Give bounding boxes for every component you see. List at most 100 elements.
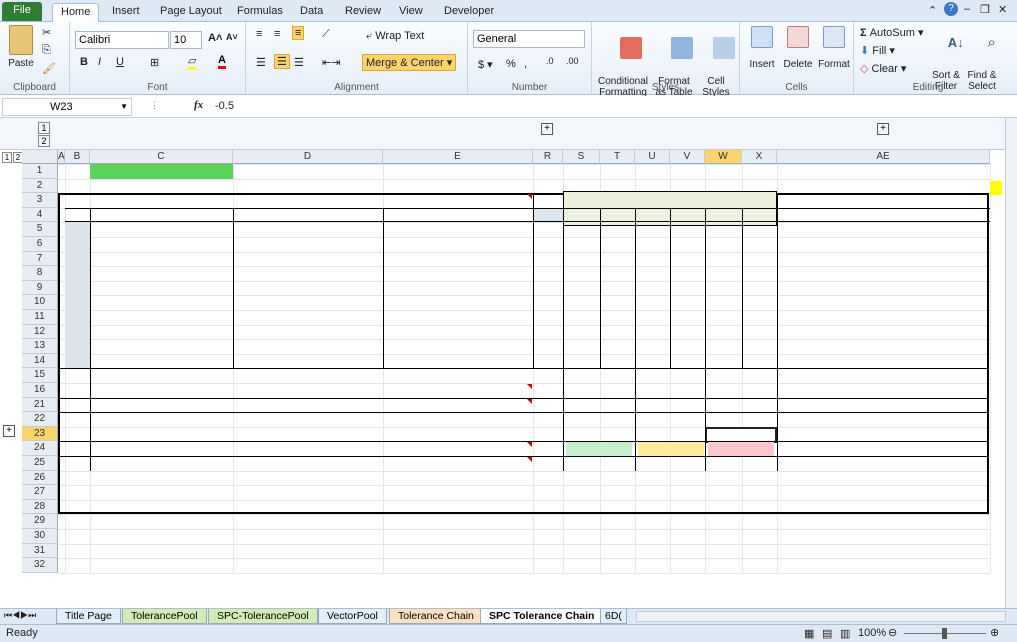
table-cell[interactable]	[777, 339, 990, 354]
table-cell[interactable]	[533, 252, 563, 267]
table-cell[interactable]	[600, 237, 635, 252]
table-cell[interactable]	[533, 295, 563, 310]
table-cell[interactable]	[533, 237, 563, 252]
table-cell[interactable]	[742, 354, 777, 369]
table-cell[interactable]	[563, 354, 600, 369]
underline-icon[interactable]: U	[116, 56, 124, 68]
table-cell[interactable]	[563, 325, 600, 340]
align-right-icon[interactable]: ☰	[294, 56, 304, 69]
align-top-icon[interactable]: ≡	[256, 28, 262, 40]
table-cell[interactable]	[233, 325, 383, 340]
wrap-text-button[interactable]: ⤶ Wrap Text	[366, 30, 424, 43]
table-cell[interactable]	[705, 266, 742, 281]
sheet-tab-title-page[interactable]: Title Page	[56, 609, 121, 624]
number-format-select[interactable]: General	[473, 30, 585, 48]
table-cell[interactable]	[383, 252, 533, 267]
table-cell[interactable]	[90, 354, 233, 369]
column-header-s[interactable]: S	[563, 150, 600, 164]
table-cell[interactable]	[635, 252, 670, 267]
table-cell[interactable]	[563, 310, 600, 325]
row-outline-level-1[interactable]: 1	[2, 152, 12, 163]
table-cell[interactable]	[670, 237, 705, 252]
restore-icon[interactable]: ❐	[980, 3, 990, 16]
column-header-t[interactable]: T	[600, 150, 635, 164]
table-cell[interactable]	[65, 353, 90, 369]
merge-center-button[interactable]: Merge & Center ▾	[362, 54, 457, 71]
table-cell[interactable]	[705, 310, 742, 325]
table-cell[interactable]	[233, 295, 383, 310]
usl-value[interactable]	[563, 412, 635, 427]
table-cell[interactable]	[563, 252, 600, 267]
table-cell[interactable]	[65, 266, 90, 281]
table-cell[interactable]	[563, 295, 600, 310]
column-header-b[interactable]: B	[65, 150, 90, 164]
table-cell[interactable]	[742, 339, 777, 354]
help-link[interactable]	[90, 164, 233, 179]
zoom-slider-thumb[interactable]	[942, 628, 947, 639]
row-header-28[interactable]: 28	[22, 499, 58, 515]
zoom-level[interactable]: 100%	[858, 627, 886, 639]
vertical-scrollbar[interactable]	[1005, 118, 1017, 608]
row-header-8[interactable]: 8	[22, 266, 58, 281]
row-header-31[interactable]: 31	[22, 543, 58, 559]
table-cell[interactable]	[383, 222, 533, 237]
row-header-5[interactable]: 5	[22, 222, 58, 237]
normal-view-icon[interactable]: ▦	[804, 627, 814, 640]
table-cell[interactable]	[777, 325, 990, 340]
row-header-24[interactable]: 24	[22, 441, 58, 456]
table-cell[interactable]	[670, 339, 705, 354]
table-cell[interactable]	[533, 354, 563, 369]
format-cells-button[interactable]: Format	[816, 26, 852, 70]
column-header-e[interactable]: E	[383, 150, 533, 164]
table-cell[interactable]	[777, 266, 990, 281]
column-header-d[interactable]: D	[233, 150, 383, 164]
column-header-u[interactable]: U	[635, 150, 670, 164]
comma-icon[interactable]: ,	[524, 58, 527, 70]
font-name-select[interactable]: Calibri	[75, 31, 169, 49]
row-header-23[interactable]: 23	[22, 426, 58, 442]
table-cell[interactable]	[383, 281, 533, 296]
table-cell[interactable]	[90, 295, 233, 310]
close-icon[interactable]: ✕	[998, 3, 1007, 16]
table-cell[interactable]	[705, 295, 742, 310]
table-cell[interactable]	[233, 354, 383, 369]
sheet-nav-arrows-icon[interactable]: ⏮◀▶⏭	[4, 610, 36, 621]
table-cell[interactable]	[742, 295, 777, 310]
sheet-tab-spc-tolerancepool[interactable]: SPC-TolerancePool	[208, 609, 318, 624]
table-cell[interactable]	[65, 295, 90, 310]
table-cell[interactable]	[233, 310, 383, 325]
tab-page-layout[interactable]: Page Layout	[152, 3, 230, 22]
sheet-tab-spc-tolerance-chain[interactable]: SPC Tolerance Chain	[480, 609, 604, 624]
row-header-10[interactable]: 10	[22, 295, 58, 310]
table-cell[interactable]	[383, 339, 533, 354]
table-cell[interactable]	[670, 310, 705, 325]
table-cell[interactable]	[65, 251, 90, 267]
fill-color-icon[interactable]: ▱	[188, 54, 197, 70]
horizontal-scrollbar[interactable]	[636, 611, 1006, 622]
table-cell[interactable]	[670, 252, 705, 267]
table-cell[interactable]	[705, 252, 742, 267]
table-cell[interactable]	[233, 266, 383, 281]
row-header-13[interactable]: 13	[22, 339, 58, 354]
page-break-view-icon[interactable]: ▥	[840, 627, 850, 640]
table-cell[interactable]	[742, 237, 777, 252]
table-cell[interactable]	[65, 310, 90, 325]
table-cell[interactable]	[600, 281, 635, 296]
table-cell[interactable]	[670, 325, 705, 340]
outline-level-1-button[interactable]: 1	[38, 122, 50, 134]
page-layout-view-icon[interactable]: ▤	[822, 627, 832, 640]
formula-input[interactable]: -0.5	[215, 100, 234, 112]
shrink-font-icon[interactable]: A˅	[226, 32, 238, 42]
tab-data[interactable]: Data	[292, 3, 331, 22]
table-cell[interactable]	[705, 237, 742, 252]
row-header-6[interactable]: 6	[22, 237, 58, 252]
row-header-21[interactable]: 21	[22, 397, 58, 413]
table-cell[interactable]	[742, 281, 777, 296]
table-cell[interactable]	[777, 252, 990, 267]
tab-developer[interactable]: Developer	[436, 3, 502, 22]
table-cell[interactable]	[90, 237, 233, 252]
table-cell[interactable]	[600, 252, 635, 267]
align-middle-icon[interactable]: ≡	[274, 28, 280, 40]
table-cell[interactable]	[383, 266, 533, 281]
fx-icon[interactable]: fx	[194, 99, 203, 111]
